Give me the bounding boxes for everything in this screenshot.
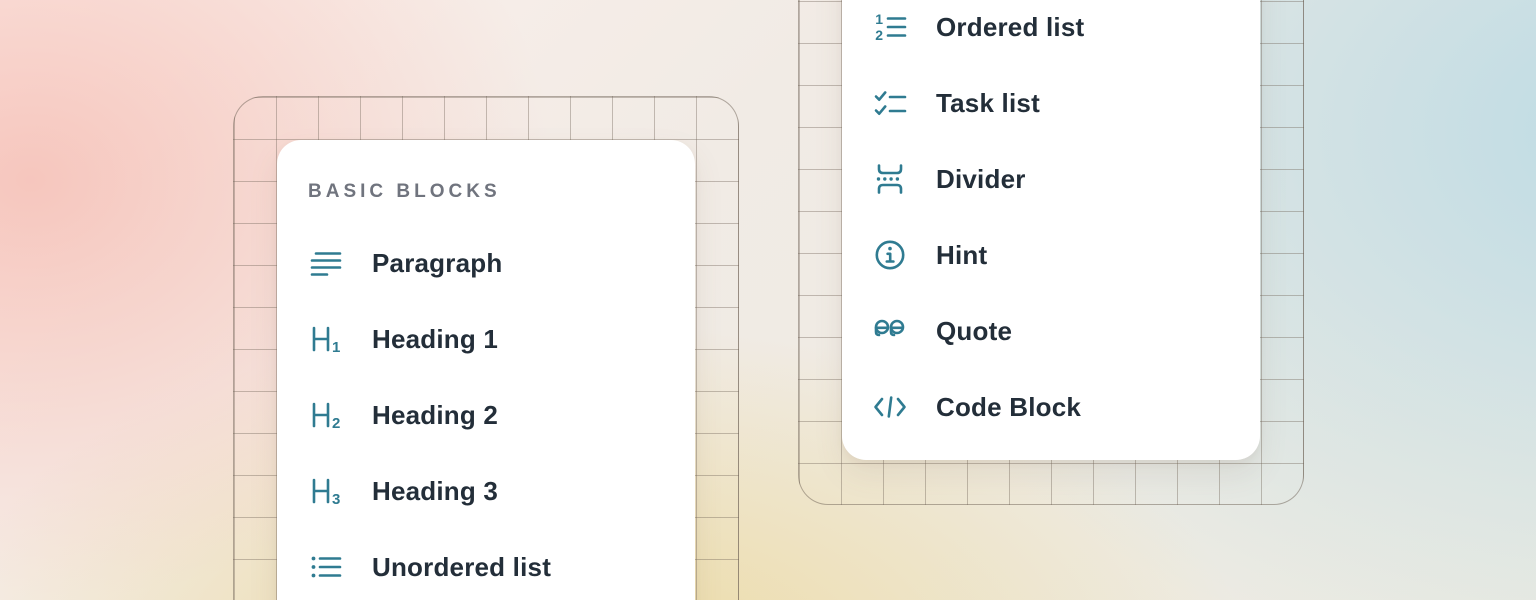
heading-2-icon: 2 [308, 397, 344, 433]
svg-text:2: 2 [332, 415, 340, 432]
code-block-icon [872, 389, 908, 425]
task-list-icon [872, 85, 908, 121]
menu-item-hint[interactable]: Hint [872, 217, 1260, 293]
menu-item-label: Quote [936, 316, 1012, 347]
paragraph-icon [308, 245, 344, 281]
menu-item-label: Paragraph [372, 248, 502, 279]
blocks-panel-continued: 1 2 Ordered list Task list [842, 0, 1260, 460]
basic-blocks-panel: BASIC BLOCKS Paragraph 1 Heading 1 [277, 140, 695, 600]
hint-icon [872, 237, 908, 273]
unordered-list-icon [308, 549, 344, 585]
menu-item-heading-2[interactable]: 2 Heading 2 [308, 377, 695, 453]
menu-item-label: Ordered list [936, 12, 1084, 43]
svg-text:2: 2 [875, 27, 883, 43]
menu-item-unordered-list[interactable]: Unordered list [308, 529, 695, 600]
menu-item-label: Hint [936, 240, 987, 271]
heading-3-icon: 3 [308, 473, 344, 509]
menu-item-heading-1[interactable]: 1 Heading 1 [308, 301, 695, 377]
menu-item-code-block[interactable]: Code Block [872, 369, 1260, 445]
menu-item-divider[interactable]: Divider [872, 141, 1260, 217]
menu-item-label: Heading 1 [372, 324, 498, 355]
menu-item-paragraph[interactable]: Paragraph [308, 225, 695, 301]
menu-item-quote[interactable]: Quote [872, 293, 1260, 369]
menu-item-label: Code Block [936, 392, 1081, 423]
heading-1-icon: 1 [308, 321, 344, 357]
quote-icon [872, 313, 908, 349]
panel-section-title: BASIC BLOCKS [308, 178, 501, 206]
blocks-list: 1 2 Ordered list Task list [842, 0, 1260, 445]
menu-item-label: Unordered list [372, 552, 551, 583]
page-background: BASIC BLOCKS Paragraph 1 Heading 1 [0, 0, 1536, 600]
svg-text:1: 1 [875, 11, 883, 27]
svg-text:1: 1 [332, 339, 340, 356]
menu-item-label: Heading 2 [372, 400, 498, 431]
svg-text:3: 3 [332, 491, 340, 508]
menu-item-task-list[interactable]: Task list [872, 65, 1260, 141]
ordered-list-icon: 1 2 [872, 9, 908, 45]
menu-item-label: Divider [936, 164, 1026, 195]
menu-item-label: Task list [936, 88, 1040, 119]
menu-item-label: Heading 3 [372, 476, 498, 507]
basic-blocks-list: Paragraph 1 Heading 1 2 [277, 225, 695, 600]
divider-icon [872, 161, 908, 197]
menu-item-heading-3[interactable]: 3 Heading 3 [308, 453, 695, 529]
menu-item-ordered-list[interactable]: 1 2 Ordered list [872, 0, 1260, 65]
